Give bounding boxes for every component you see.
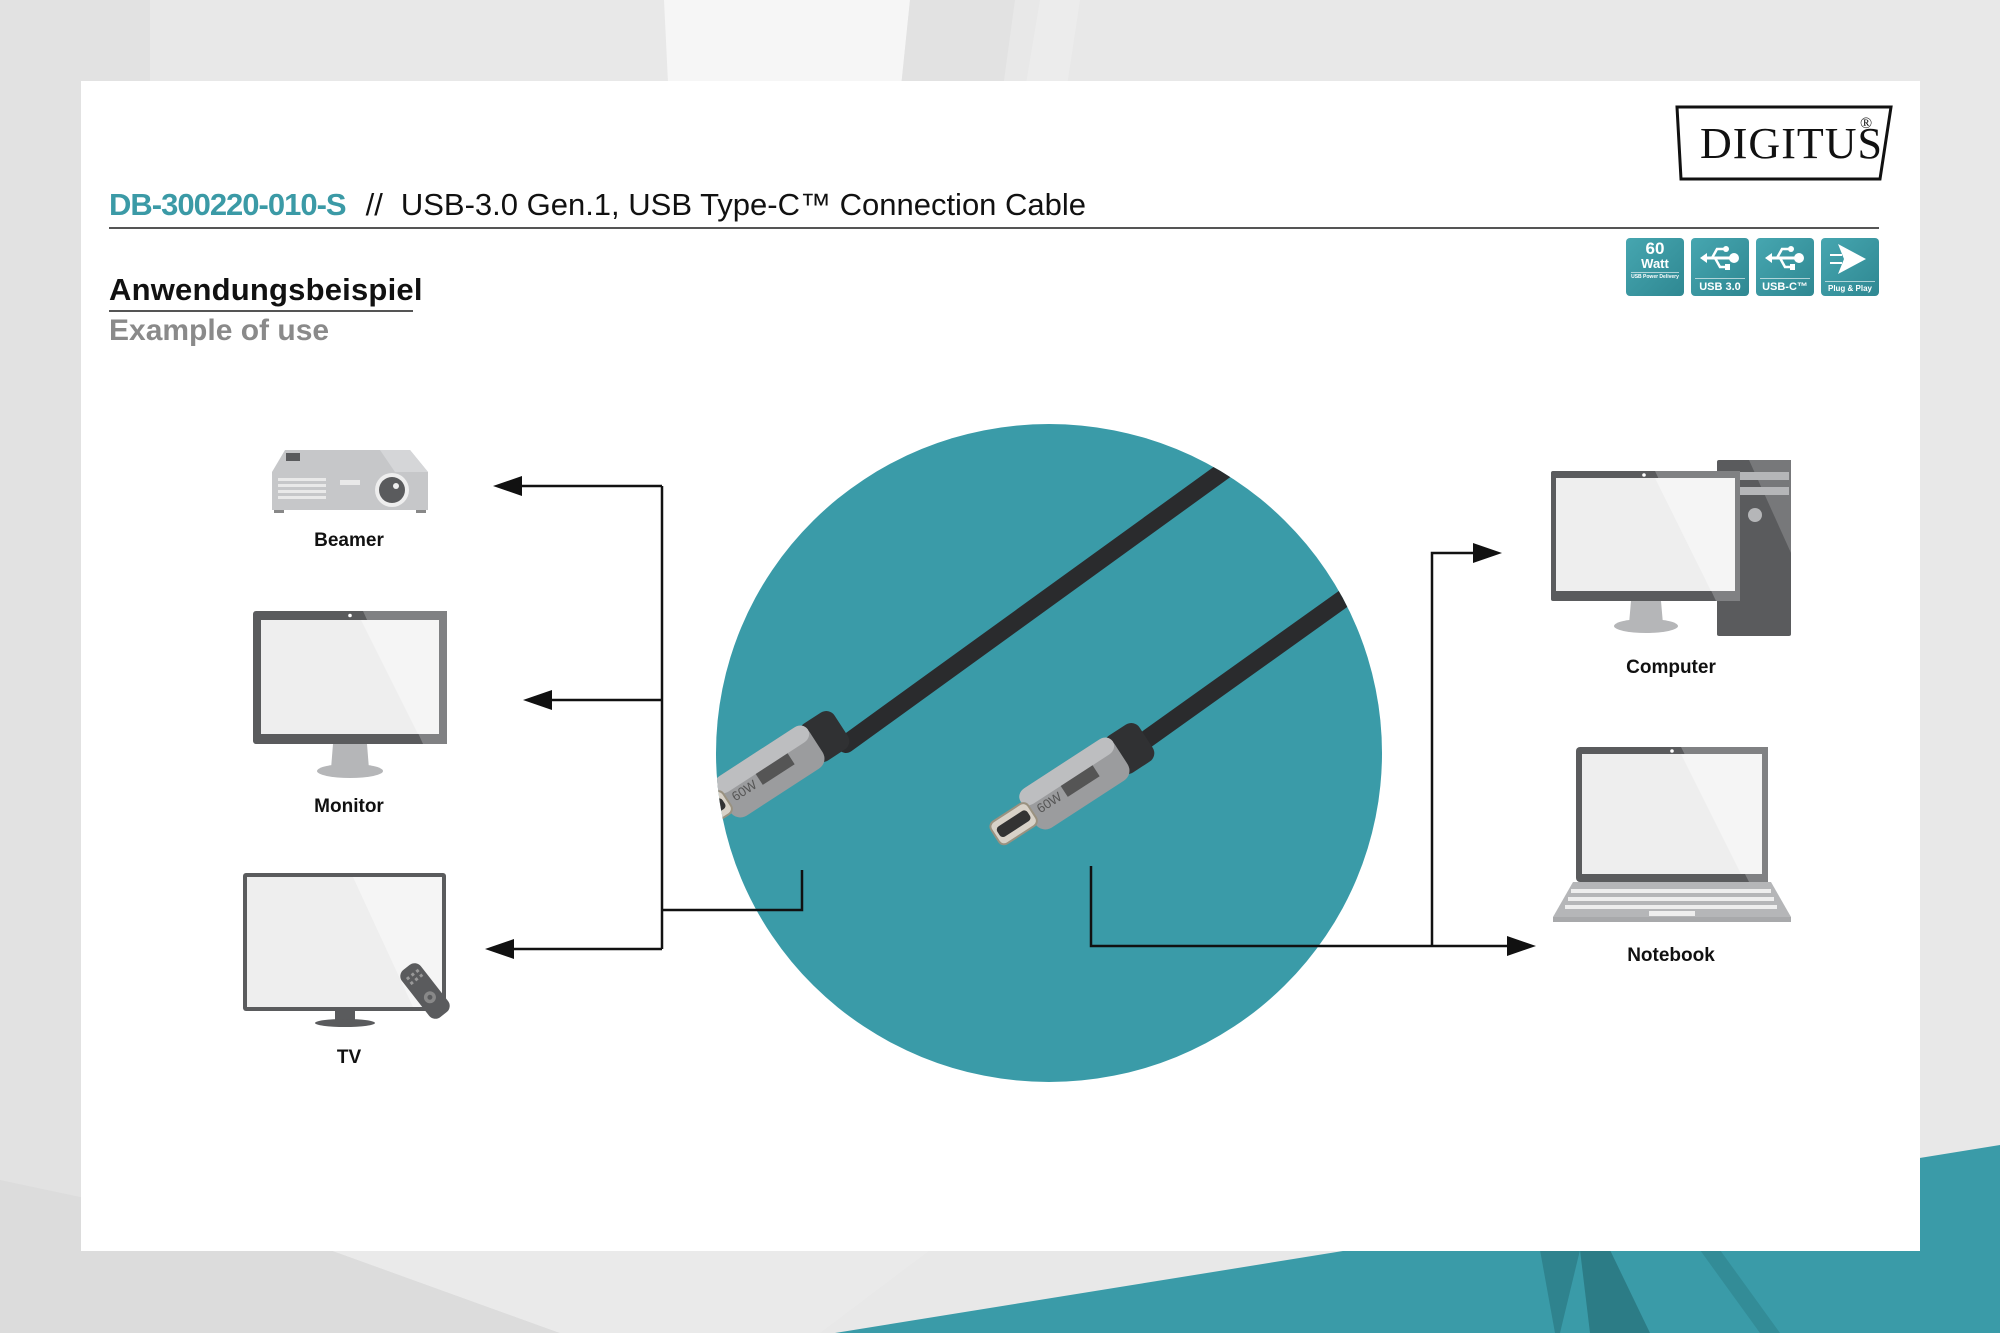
badge-pd-caption: USB Power Delivery: [1631, 272, 1679, 280]
section-title-german: Anwendungsbeispiel: [109, 272, 423, 307]
tv-icon: [243, 873, 450, 1027]
product-title-row: DB-300220-010-S // USB-3.0 Gen.1, USB Type…: [109, 182, 1086, 228]
usb-icon: [1765, 246, 1804, 270]
badge-plug-and-play-label: Plug & Play: [1825, 281, 1875, 293]
device-label-computer: Computer: [1626, 657, 1716, 678]
section-divider: [109, 310, 413, 312]
feature-badges: 60 Watt USB Power Delivery USB 3.0 USB-C…: [1626, 238, 1879, 296]
badge-plug-and-play: Plug & Play: [1821, 238, 1879, 296]
badge-power-delivery: 60 Watt USB Power Delivery: [1626, 238, 1684, 296]
badge-usb3-label: USB 3.0: [1695, 278, 1745, 293]
usb-icon: [1700, 246, 1739, 270]
badge-usb-c: USB-C™: [1756, 238, 1814, 296]
badge-usb-c-label: USB-C™: [1760, 278, 1810, 293]
registered-mark: ®: [1860, 115, 1873, 132]
device-label-beamer: Beamer: [314, 530, 384, 551]
title-divider: [109, 227, 1879, 229]
desktop-computer-icon: [1551, 460, 1791, 636]
plug-and-play-icon: [1830, 244, 1866, 274]
product-sku: DB-300220-010-S: [109, 187, 347, 222]
title-separator: //: [365, 187, 383, 222]
badge-watt-value: 60: [1645, 239, 1665, 258]
laptop-icon: [1553, 747, 1791, 922]
product-title: USB-3.0 Gen.1, USB Type-C™ Connection Ca…: [400, 187, 1087, 222]
badge-watt-unit: Watt: [1641, 256, 1669, 271]
brand-logo: DIGITUS: [1700, 119, 1883, 168]
usb-c-cable-image: 60W 60W: [716, 424, 1382, 846]
section-title-english: Example of use: [109, 314, 330, 347]
product-image-circle: 60W 60W: [716, 424, 1382, 1082]
device-label-tv: TV: [336, 1047, 362, 1068]
monitor-icon: [253, 611, 447, 778]
device-label-notebook: Notebook: [1627, 945, 1715, 966]
device-label-monitor: Monitor: [314, 796, 384, 817]
badge-usb3: USB 3.0: [1691, 238, 1749, 296]
projector-icon: [272, 450, 428, 513]
